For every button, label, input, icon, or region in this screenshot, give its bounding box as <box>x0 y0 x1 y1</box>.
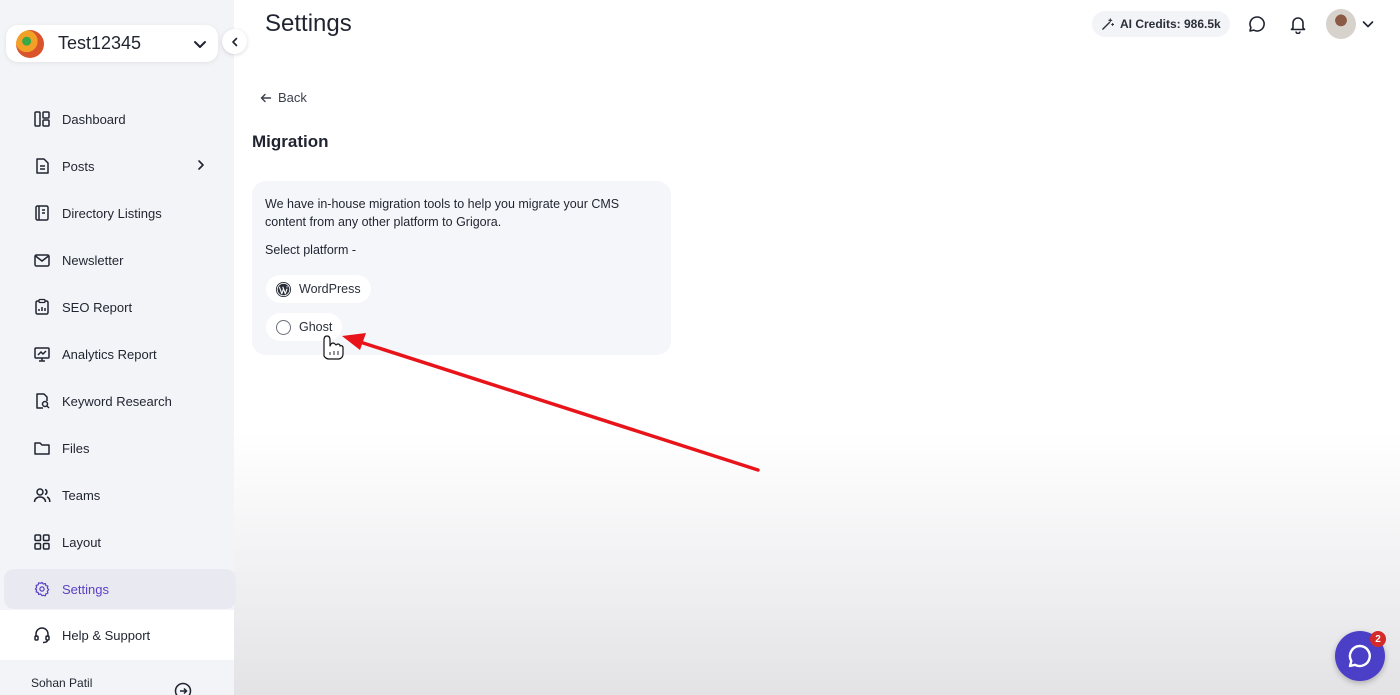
select-platform-label: Select platform - <box>265 243 357 257</box>
sidebar-item-seo-report[interactable]: SEO Report <box>0 287 234 327</box>
dashboard-icon <box>33 110 51 128</box>
layout-grid-icon <box>33 533 51 551</box>
magic-wand-icon <box>1102 17 1114 30</box>
radio-icon <box>275 319 292 336</box>
gear-icon <box>33 580 51 598</box>
sidebar-item-newsletter[interactable]: Newsletter <box>0 240 234 280</box>
sidebar-item-label: Dashboard <box>62 111 126 127</box>
seo-report-icon <box>33 298 51 316</box>
logout-icon[interactable] <box>174 682 192 695</box>
sidebar-item-teams[interactable]: Teams <box>0 475 234 515</box>
annotation-arrow <box>358 340 760 472</box>
sidebar-item-analytics-report[interactable]: Analytics Report <box>0 334 234 374</box>
sidebar-item-label: Newsletter <box>62 252 124 268</box>
sidebar-item-help-support[interactable]: Help & Support <box>0 610 234 660</box>
platform-option-wordpress[interactable]: WordPress <box>266 275 371 303</box>
sidebar-item-label: Keyword Research <box>62 393 172 409</box>
sidebar-item-dashboard[interactable]: Dashboard <box>0 99 234 139</box>
platform-option-ghost[interactable]: Ghost <box>266 313 343 341</box>
avatar[interactable] <box>1326 9 1356 39</box>
mail-icon <box>33 251 51 269</box>
chat-widget-icon <box>1348 644 1371 668</box>
back-link[interactable]: Back <box>260 90 307 105</box>
sidebar-item-label: Directory Listings <box>62 205 162 221</box>
bell-icon[interactable] <box>1288 14 1308 34</box>
sidebar-item-posts[interactable]: Posts <box>0 146 234 186</box>
headset-icon <box>33 626 51 644</box>
ai-credits-badge[interactable]: AI Credits: 986.5k <box>1092 11 1230 37</box>
chevron-down-icon <box>194 40 206 48</box>
directory-icon <box>33 204 51 222</box>
migration-card: We have in-house migration tools to help… <box>252 181 671 355</box>
arrow-left-icon <box>260 93 272 102</box>
chat-bubble-icon[interactable] <box>1247 14 1267 34</box>
sidebar-item-label: Layout <box>62 534 102 550</box>
sidebar-item-directory-listings[interactable]: Directory Listings <box>0 193 234 233</box>
sidebar-item-label: Files <box>62 440 90 456</box>
chevron-right-icon <box>198 160 204 170</box>
page-title: Settings <box>265 10 352 37</box>
workspace-logo <box>16 29 44 58</box>
platform-label: Ghost <box>299 320 333 334</box>
posts-icon <box>33 157 51 175</box>
back-label: Back <box>278 90 307 105</box>
sidebar-item-label: Teams <box>62 487 101 503</box>
migration-description: We have in-house migration tools to help… <box>265 197 620 229</box>
sidebar-item-keyword-research[interactable]: Keyword Research <box>0 381 234 421</box>
chat-notification-badge: 2 <box>1370 631 1386 647</box>
folder-icon <box>33 439 51 457</box>
users-icon <box>33 486 51 504</box>
user-name: Sohan Patil <box>31 676 93 690</box>
sidebar-item-label: Analytics Report <box>62 346 157 362</box>
section-title: Migration <box>252 132 329 151</box>
keyword-search-icon <box>33 392 51 410</box>
workspace-name: Test12345 <box>58 33 142 53</box>
sidebar-item-layout[interactable]: Layout <box>0 522 234 562</box>
ai-credits-label: AI Credits: 986.5k <box>1120 17 1221 31</box>
analytics-icon <box>33 345 51 363</box>
sidebar-item-label: Posts <box>62 158 95 174</box>
sidebar-item-label: SEO Report <box>62 299 133 315</box>
wordpress-icon <box>275 281 292 298</box>
sidebar-item-files[interactable]: Files <box>0 428 234 468</box>
chevron-left-icon <box>231 37 237 46</box>
sidebar: Test12345 Dashboard Posts Directory List… <box>0 0 236 695</box>
collapse-sidebar-button[interactable] <box>222 29 247 54</box>
platform-label: WordPress <box>299 282 361 296</box>
workspace-switcher[interactable]: Test12345 <box>6 25 218 62</box>
sidebar-item-settings[interactable]: Settings <box>4 569 236 609</box>
sidebar-item-label: Settings <box>62 581 109 597</box>
sidebar-item-label: Help & Support <box>62 627 151 643</box>
chevron-down-icon[interactable] <box>1361 17 1375 31</box>
